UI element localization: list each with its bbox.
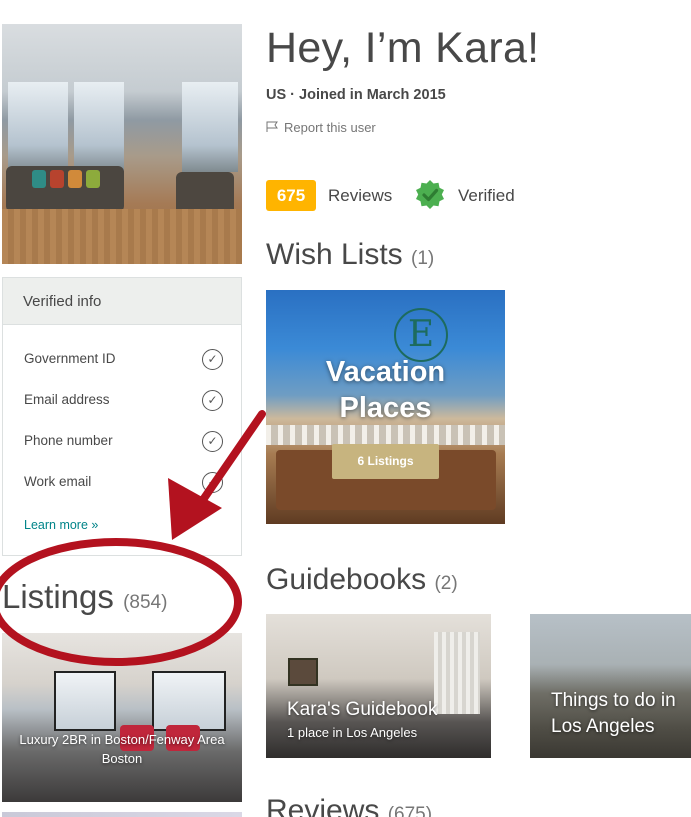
listings-heading: Listings (854) xyxy=(2,578,167,616)
check-circle-icon: ✓ xyxy=(202,390,223,411)
listing-city: Boston xyxy=(101,751,143,766)
guidebooks-heading: Guidebooks (2) xyxy=(266,563,458,597)
profile-photo xyxy=(2,24,242,264)
wish-lists-title: Wish Lists xyxy=(266,238,403,271)
next-listing-card[interactable] xyxy=(2,812,242,817)
check-circle-icon: ✓ xyxy=(202,472,223,493)
guidebook-card[interactable]: Things to do in Los Angeles xyxy=(530,614,691,758)
reviews-label[interactable]: Reviews xyxy=(328,186,392,206)
photo-rug xyxy=(2,209,242,264)
report-user-link[interactable]: Report this user xyxy=(266,120,376,135)
learn-more-link[interactable]: Learn more » xyxy=(24,518,98,532)
guidebook-title: Things to do in Los Angeles xyxy=(551,690,676,737)
photo-window xyxy=(8,82,68,172)
guidebook-curtain xyxy=(434,632,480,714)
wishlist-name: Vacation Places xyxy=(325,356,446,424)
wishlist-card[interactable]: E Vacation Places 6 Listings xyxy=(266,290,505,524)
verified-info-heading: Verified info xyxy=(3,278,241,325)
photo-pillow xyxy=(32,170,46,188)
listings-title: Listings xyxy=(2,578,114,615)
verified-item-email: Email address xyxy=(24,392,110,407)
guidebook-subtitle: 1 place in Los Angeles xyxy=(287,725,418,740)
photo-sofa xyxy=(6,166,124,212)
listing-window xyxy=(54,671,116,731)
reviews-count-badge[interactable]: 675 xyxy=(266,180,316,211)
listing-card[interactable]: Luxury 2BR in Boston/Fenway Area Boston xyxy=(2,633,242,802)
verified-item-phone: Phone number xyxy=(24,433,113,448)
listing-name: Luxury 2BR in Boston/Fenway Area xyxy=(19,732,225,747)
verified-item-government-id: Government ID xyxy=(24,351,116,366)
photo-pillow xyxy=(68,170,82,188)
photo-window xyxy=(182,82,238,172)
guidebook-frame xyxy=(288,658,318,686)
reviews-section-title: Reviews xyxy=(266,794,380,817)
flag-icon xyxy=(266,121,278,132)
report-user-label: Report this user xyxy=(284,120,376,135)
wishlist-listings-button[interactable]: 6 Listings xyxy=(332,444,439,479)
photo-pillow xyxy=(86,170,100,188)
shield-check-icon xyxy=(416,180,444,209)
guidebooks-count: (2) xyxy=(434,573,458,594)
listing-window xyxy=(152,671,226,731)
photo-pillow xyxy=(50,170,64,188)
photo-window xyxy=(74,82,124,172)
wish-lists-heading: Wish Lists (1) xyxy=(266,238,434,272)
listings-count: (854) xyxy=(123,592,168,613)
verified-item-work-email: Work email xyxy=(24,474,92,489)
verified-label: Verified xyxy=(458,186,515,205)
guidebook-title: Kara's Guidebook xyxy=(287,699,438,720)
check-circle-icon: ✓ xyxy=(202,431,223,452)
profile-greeting: Hey, I’m Kara! xyxy=(266,24,540,72)
wish-lists-count: (1) xyxy=(411,248,435,269)
guidebooks-title: Guidebooks xyxy=(266,563,427,596)
reviews-section-heading: Reviews (675) xyxy=(266,794,432,817)
check-circle-icon: ✓ xyxy=(202,349,223,370)
verified-info-panel: Verified info Government ID ✓ Email addr… xyxy=(2,277,242,556)
reviews-section-count: (675) xyxy=(387,804,433,817)
wishlist-railing xyxy=(266,425,505,445)
profile-meta: US · Joined in March 2015 xyxy=(266,87,446,103)
guidebook-card[interactable]: Kara's Guidebook 1 place in Los Angeles xyxy=(266,614,491,758)
listing-caption: Luxury 2BR in Boston/Fenway Area Boston xyxy=(2,730,242,768)
